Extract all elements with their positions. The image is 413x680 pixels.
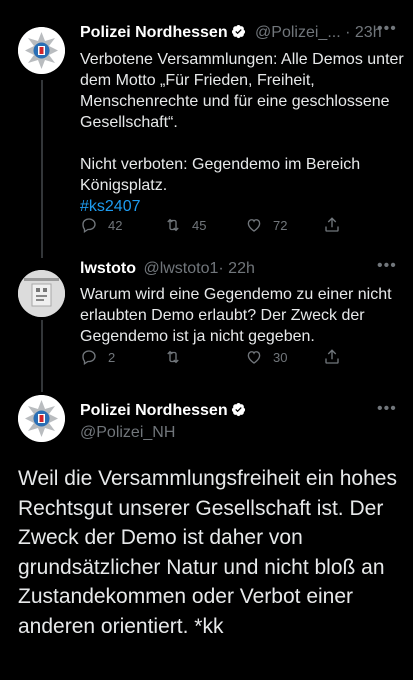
handle[interactable]: @Polizei_NH	[80, 424, 175, 442]
tweet-header: Polizei Nordhessen	[80, 402, 246, 420]
reply-count: 2	[108, 349, 116, 365]
retweet-button[interactable]: 45	[164, 216, 206, 234]
tweet-actions: 2 30	[80, 348, 400, 368]
avatar[interactable]	[18, 395, 65, 442]
display-name[interactable]: lwstoto	[80, 260, 136, 277]
tweet-body: Verbotene Versammlungen: Alle Demos unte…	[80, 51, 404, 194]
more-icon[interactable]: •••	[377, 400, 397, 418]
more-icon[interactable]: •••	[377, 20, 397, 38]
timestamp[interactable]: 22h	[228, 260, 255, 277]
reply-icon	[82, 350, 96, 366]
like-button[interactable]: 72	[245, 216, 287, 234]
hashtag-link[interactable]: #ks2407	[80, 198, 141, 215]
reply-count: 42	[108, 217, 123, 233]
verified-icon	[231, 24, 245, 39]
like-count: 72	[273, 217, 288, 233]
display-name[interactable]: Polizei Nordhessen	[80, 24, 228, 41]
more-icon[interactable]: •••	[377, 257, 397, 275]
reply-button[interactable]: 2	[80, 348, 115, 366]
retweet-icon	[167, 350, 179, 364]
thread-line	[41, 80, 43, 258]
tweet-header: lwstoto @lwstoto1· 22h	[80, 260, 255, 278]
tweet-header: Polizei Nordhessen @Polizei_... · 23h	[80, 24, 382, 42]
user-photo-icon	[18, 270, 65, 317]
handle[interactable]: @lwstoto1	[143, 260, 218, 277]
separator: ·	[218, 260, 224, 277]
reply-icon	[82, 218, 96, 234]
retweet-icon	[167, 218, 179, 232]
verified-icon	[231, 402, 245, 417]
share-icon	[325, 217, 339, 232]
retweet-count: 45	[192, 217, 207, 233]
avatar[interactable]	[18, 270, 65, 317]
tweet-text: Warum wird eine Gegendemo zu einer nicht…	[80, 286, 392, 345]
separator: ·	[345, 24, 351, 41]
share-button[interactable]	[323, 348, 341, 366]
avatar[interactable]	[18, 27, 65, 74]
tweet-actions: 42 45 72	[80, 216, 400, 236]
handle[interactable]: @Polizei_...	[255, 24, 341, 41]
like-icon	[247, 219, 261, 232]
like-count: 30	[273, 349, 288, 365]
tweet-text: Weil die Versammlungsfreiheit ein hohes …	[18, 467, 397, 638]
display-name[interactable]: Polizei Nordhessen	[80, 402, 228, 419]
tweet-text: Verbotene Versammlungen: Alle Demos unte…	[80, 49, 405, 217]
like-button[interactable]: 30	[245, 348, 287, 366]
police-star-logo-icon	[18, 27, 65, 74]
like-icon	[247, 351, 261, 364]
share-icon	[325, 349, 339, 364]
police-star-logo-icon	[18, 395, 65, 442]
share-button[interactable]	[323, 216, 341, 234]
retweet-button[interactable]	[164, 348, 192, 366]
thread-line	[41, 320, 43, 392]
reply-button[interactable]: 42	[80, 216, 122, 234]
